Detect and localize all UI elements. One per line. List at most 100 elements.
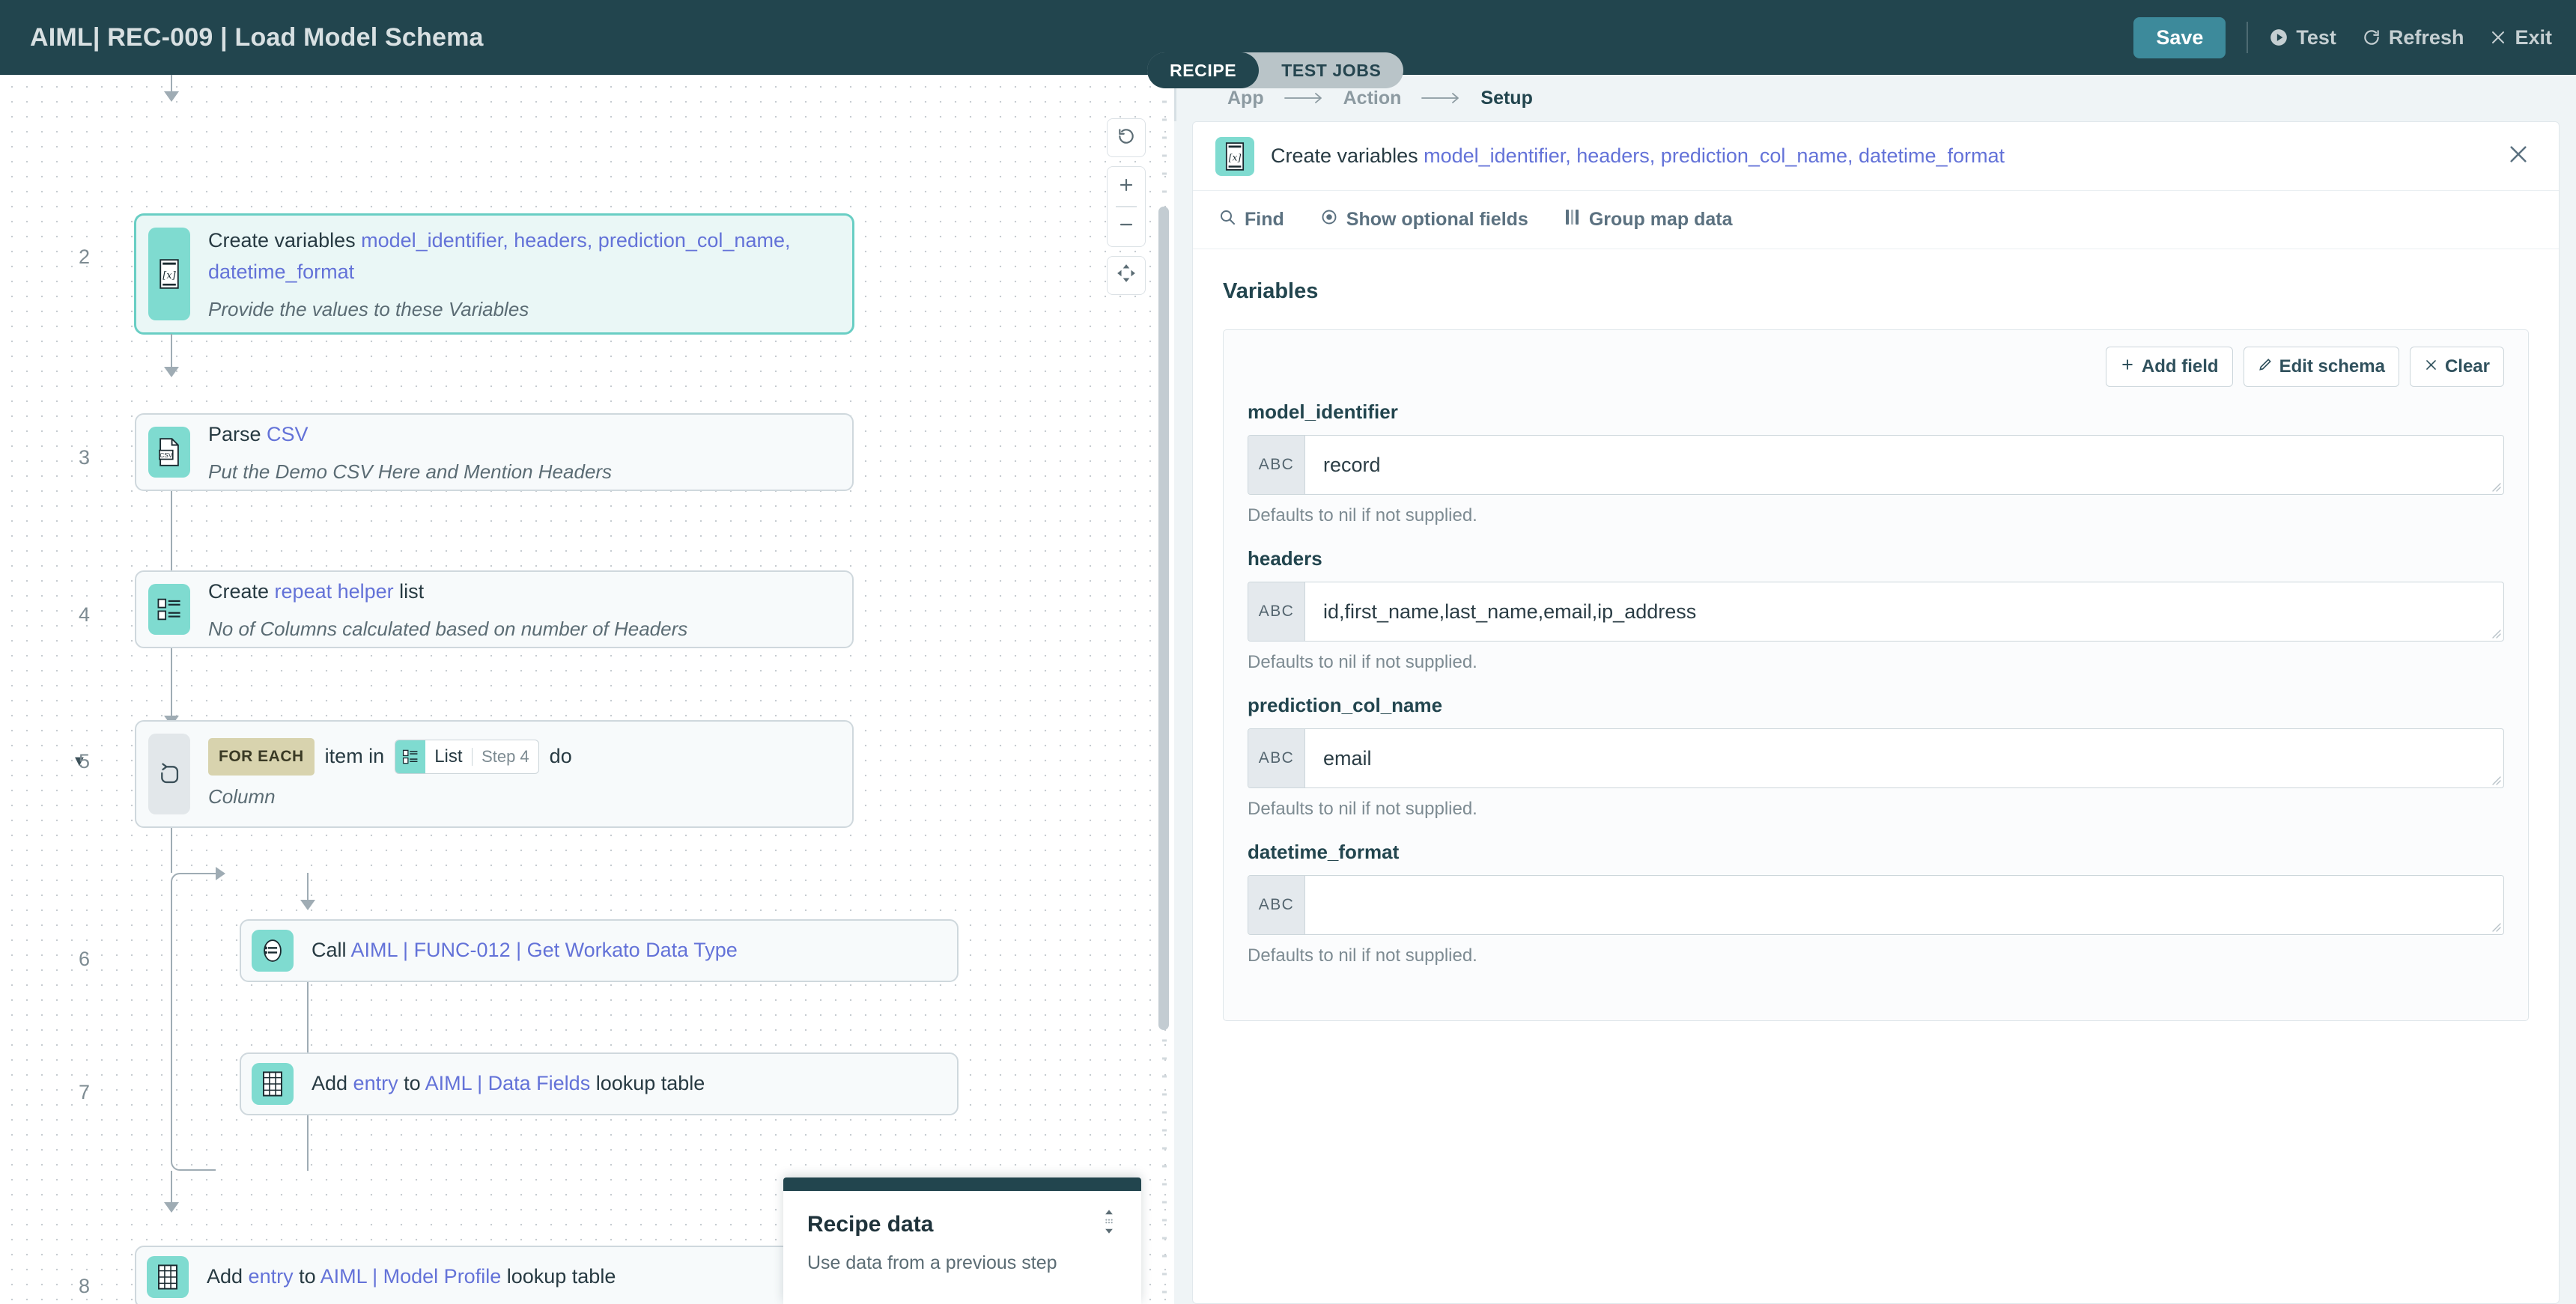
pan-arrows-icon — [1116, 263, 1137, 287]
arrow-right-icon — [1421, 91, 1461, 105]
field-input-datetime-format[interactable]: ABC — [1248, 875, 2504, 935]
recipe-step-6[interactable]: Call AIML | FUNC-012 | Get Workato Data … — [240, 919, 959, 982]
field-value-model-identifier[interactable]: record — [1305, 436, 2503, 494]
test-button[interactable]: Test — [2269, 26, 2336, 49]
reset-view-button[interactable] — [1107, 118, 1146, 157]
step-number-7: 7 — [78, 1081, 90, 1103]
panel-close-button[interactable] — [2503, 141, 2533, 171]
find-button[interactable]: Find — [1218, 208, 1284, 231]
field-value-datetime-format[interactable] — [1305, 876, 2503, 934]
breadcrumb-app[interactable]: App — [1227, 88, 1264, 109]
step-5-end-text: do — [549, 744, 572, 767]
step-6-title-prefix: Call — [312, 939, 351, 962]
field-value-headers[interactable]: id,first_name,last_name,email,ip_address — [1305, 582, 2503, 641]
play-circle-icon — [2269, 28, 2288, 47]
canvas-scrollbar[interactable] — [1158, 75, 1170, 1304]
step-5-pill-step: Step 4 — [482, 746, 529, 766]
step-5-body: FOR EACH item in List Step 4 do Column — [190, 722, 852, 826]
svg-text:CSV: CSV — [160, 451, 173, 459]
recipe-canvas[interactable]: 2 [x] Create variables model_identifier,… — [0, 75, 1174, 1304]
step-2-body: Create variables model_identifier, heade… — [190, 216, 852, 332]
find-label: Find — [1245, 209, 1284, 230]
recipe-step-2[interactable]: [x] Create variables model_identifier, h… — [135, 214, 854, 334]
add-field-button[interactable]: Add field — [2105, 347, 2233, 387]
connector-line — [171, 828, 172, 873]
connector-line — [171, 1171, 172, 1205]
add-field-label: Add field — [2141, 356, 2219, 377]
tab-recipe[interactable]: RECIPE — [1147, 52, 1260, 88]
clear-button[interactable]: Clear — [2409, 347, 2504, 387]
step-8-title-suffix: lookup table — [501, 1265, 616, 1288]
show-optional-fields-button[interactable]: Show optional fields — [1320, 208, 1528, 231]
step-4-title-prefix: Create — [208, 579, 275, 603]
exit-button[interactable]: Exit — [2489, 26, 2552, 49]
step-8-body: Add entry to AIML | Model Profile lookup… — [189, 1247, 852, 1304]
connector-line — [171, 491, 172, 573]
step-7-title-prefix: Add — [312, 1072, 353, 1095]
recipe-step-5[interactable]: FOR EACH item in List Step 4 do Column — [135, 720, 854, 828]
setup-card: [x] Create variables model_identifier, h… — [1192, 121, 2560, 1304]
zoom-in-button[interactable] — [1108, 167, 1145, 206]
zoom-out-button[interactable] — [1108, 207, 1145, 246]
canvas-controls — [1107, 118, 1146, 304]
field-input-model-identifier[interactable]: ABC record — [1248, 435, 2504, 495]
recipe-step-3[interactable]: CSV Parse CSV Put the Demo CSV Here and … — [135, 413, 854, 491]
eye-target-icon — [1320, 208, 1338, 231]
scrollbar-thumb[interactable] — [1158, 207, 1169, 1030]
field-help-model-identifier: Defaults to nil if not supplied. — [1248, 505, 1477, 525]
field-input-headers[interactable]: ABC id,first_name,last_name,email,ip_add… — [1248, 582, 2504, 642]
step-7-title-link1[interactable]: entry — [353, 1072, 398, 1094]
step-5-title: FOR EACH item in List Step 4 do — [208, 737, 834, 776]
fields-action-row: Add field Edit schema Clear — [1248, 347, 2504, 387]
step-7-title-link2[interactable]: AIML | Data Fields — [425, 1072, 591, 1094]
toolbar-divider — [2247, 22, 2249, 53]
step-3-title-prefix: Parse — [208, 422, 267, 445]
step-6-title-links[interactable]: AIML | FUNC-012 | Get Workato Data Type — [351, 939, 738, 961]
pan-button[interactable] — [1107, 255, 1146, 295]
step-5-list-pill[interactable]: List Step 4 — [395, 739, 539, 774]
breadcrumb-action[interactable]: Action — [1343, 88, 1402, 109]
recipe-data-panel[interactable]: Recipe data Use data from a previous ste… — [783, 1177, 1141, 1304]
step-8-title-mid: to — [293, 1265, 321, 1288]
step-3-description: Put the Demo CSV Here and Mention Header… — [208, 460, 613, 483]
svg-text:[x]: [x] — [162, 270, 176, 281]
mode-tabs: RECIPE TEST JOBS — [1147, 52, 1404, 88]
field-label-datetime-format: datetime_format — [1248, 841, 1400, 863]
step-5-pill-label: List — [434, 746, 463, 767]
recipe-step-7[interactable]: Add entry to AIML | Data Fields lookup t… — [240, 1052, 959, 1115]
field-value-prediction-col-name[interactable]: email — [1305, 729, 2503, 787]
reset-icon — [1117, 127, 1136, 150]
group-map-data-button[interactable]: Group map data — [1564, 208, 1733, 231]
field-input-prediction-col-name[interactable]: ABC email — [1248, 728, 2504, 788]
panel-title-links[interactable]: model_identifier, headers, prediction_co… — [1424, 144, 2005, 167]
step-8-title-link1[interactable]: entry — [249, 1265, 294, 1288]
step-8-title-link2[interactable]: AIML | Model Profile — [321, 1265, 502, 1288]
abc-type-badge: ABC — [1248, 582, 1305, 641]
refresh-button[interactable]: Refresh — [2362, 26, 2464, 49]
step-4-title-suffix: list — [393, 579, 425, 603]
clear-label: Clear — [2444, 356, 2490, 377]
step-7-title-suffix: lookup table — [590, 1072, 705, 1095]
list-icon — [148, 584, 190, 635]
step-3-title: Parse CSV — [208, 419, 834, 451]
save-button[interactable]: Save — [2133, 16, 2226, 58]
loop-bracket — [171, 873, 216, 1171]
field-help-headers: Defaults to nil if not supplied. — [1248, 652, 1477, 672]
plus-icon — [2120, 356, 2135, 377]
step-4-title-links[interactable]: repeat helper — [275, 580, 394, 603]
step-3-title-links[interactable]: CSV — [267, 423, 309, 445]
zoom-controls — [1107, 166, 1146, 247]
breadcrumb-setup[interactable]: Setup — [1480, 88, 1532, 109]
step-4-title: Create repeat helper list — [208, 576, 834, 608]
edit-schema-button[interactable]: Edit schema — [2243, 347, 2399, 387]
tab-test-jobs[interactable]: TEST JOBS — [1259, 52, 1403, 88]
recipe-step-8[interactable]: Add entry to AIML | Model Profile lookup… — [135, 1246, 854, 1304]
recipe-step-4[interactable]: Create repeat helper list No of Columns … — [135, 570, 854, 648]
close-icon — [2489, 28, 2507, 46]
drag-handle-icon[interactable] — [1101, 1209, 1117, 1240]
minus-icon — [1117, 216, 1135, 237]
step-config-panel: App Action Setup [x] Create variables mo… — [1174, 75, 2576, 1304]
recipe-data-title: Recipe data — [807, 1212, 934, 1237]
variable-icon: [x] — [148, 228, 190, 320]
panel-toolbar: Find Show optional fields Group map data — [1193, 191, 2559, 249]
